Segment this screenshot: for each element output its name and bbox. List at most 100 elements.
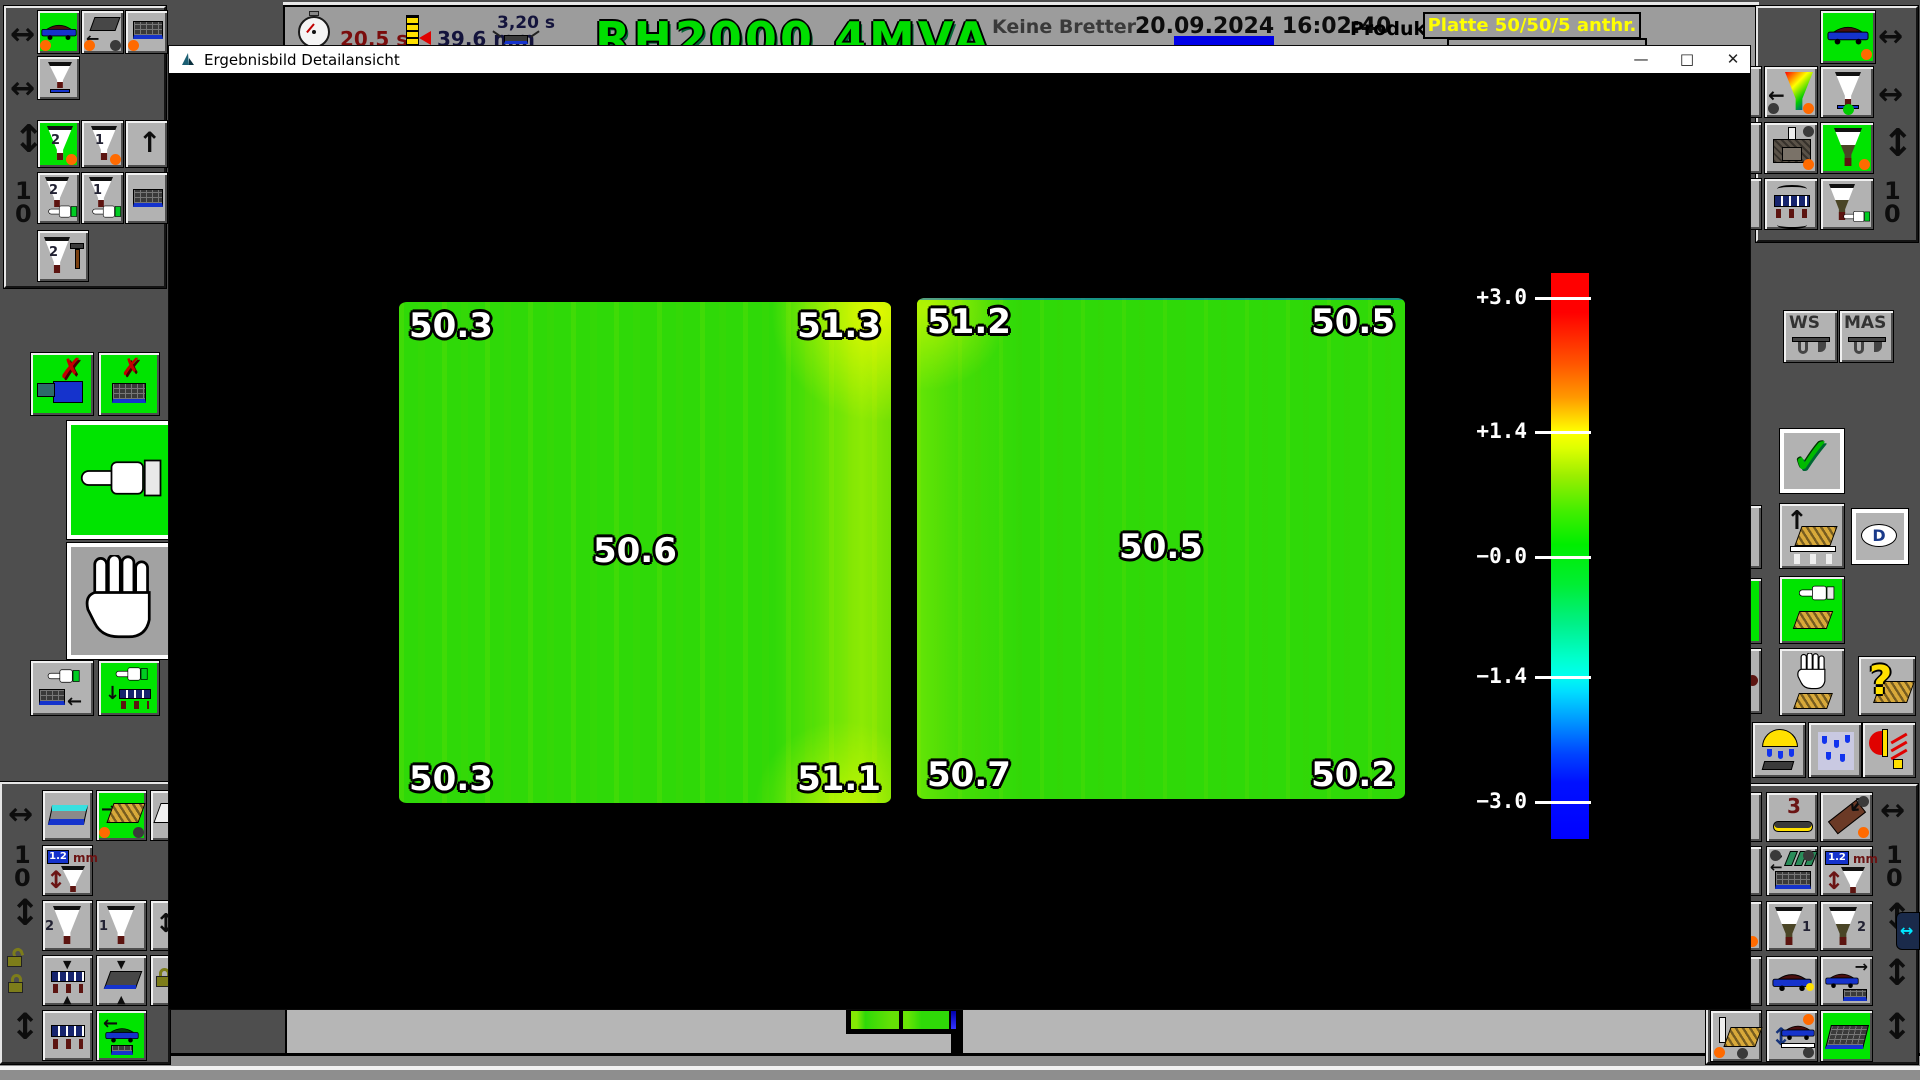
tri-up-icon: ▲ bbox=[117, 994, 125, 1005]
gap-setting-button[interactable]: 1.2 mm ↕ bbox=[42, 845, 93, 896]
camera-off-button[interactable]: ✗ bbox=[30, 352, 94, 416]
forming-belt-icon bbox=[39, 689, 65, 705]
board-to-table-button[interactable]: ↓ bbox=[98, 660, 160, 716]
gap-setting-right-button[interactable]: 1.2 mm ↕ bbox=[1820, 846, 1873, 896]
spray-button[interactable] bbox=[1752, 722, 1806, 778]
belt-vibrate-button[interactable] bbox=[125, 172, 168, 224]
d-ellipse: D bbox=[1861, 524, 1897, 547]
gap-unit: mm bbox=[73, 851, 98, 865]
board-back-manual-button[interactable]: ← bbox=[30, 660, 94, 716]
car-icon bbox=[1827, 23, 1869, 45]
detail-view-button[interactable]: D bbox=[1851, 508, 1909, 565]
colorbar-label: +1.4 bbox=[1455, 419, 1527, 443]
red-cross-icon: ✗ bbox=[121, 355, 141, 379]
lift-up-button[interactable]: ↑ bbox=[125, 120, 168, 168]
status-dot bbox=[1803, 1047, 1814, 1058]
dialog-titlebar[interactable]: Ergebnisbild Detailansicht — □ ✕ bbox=[169, 46, 1750, 73]
table-button[interactable] bbox=[42, 1010, 93, 1061]
result-image-back-button[interactable]: ← bbox=[1764, 66, 1818, 118]
conveyor-3-button[interactable]: 3 bbox=[1766, 792, 1818, 842]
mas-button[interactable]: MAS bbox=[1839, 310, 1894, 363]
mat-icon bbox=[104, 971, 143, 989]
blade-transfer-button[interactable]: → ← bbox=[1766, 846, 1818, 896]
dosing-machine-right-button[interactable] bbox=[1820, 66, 1874, 118]
axis-h-arrow-icon: ↔ bbox=[10, 20, 35, 50]
status-dot bbox=[1803, 159, 1814, 170]
thumbnail-board-left bbox=[851, 1011, 899, 1029]
product-value: Platte 50/50/5 anthr. bbox=[1428, 15, 1637, 36]
spreader-1-manual-button[interactable]: 1 bbox=[81, 172, 124, 224]
spreader-2-button[interactable]: 2 bbox=[37, 120, 80, 168]
hopper-manual-button[interactable] bbox=[1820, 178, 1874, 230]
board-lift-button[interactable]: ↑ bbox=[1779, 503, 1845, 569]
press-button[interactable] bbox=[1764, 122, 1818, 174]
unload-hopper-button[interactable] bbox=[1820, 122, 1874, 174]
spreader-1-button[interactable]: 1 bbox=[81, 120, 124, 168]
moisture-button[interactable] bbox=[1808, 722, 1862, 778]
conveyor-icon bbox=[1773, 821, 1813, 832]
spreader-2-level-button[interactable]: 2 bbox=[42, 900, 93, 951]
status-dot bbox=[1858, 827, 1869, 838]
board-take-manual-button[interactable] bbox=[1779, 648, 1845, 716]
board-icon bbox=[1794, 526, 1837, 546]
ws-button[interactable]: WS bbox=[1783, 310, 1838, 363]
table-icon bbox=[1774, 195, 1810, 207]
maximize-button[interactable]: □ bbox=[1670, 47, 1704, 72]
hand-pointer-icon bbox=[92, 203, 122, 220]
stop-mode-button[interactable] bbox=[66, 542, 178, 660]
car-unload-button[interactable]: ← bbox=[96, 1010, 147, 1061]
dosing-machine-button[interactable] bbox=[37, 56, 80, 100]
transport-car-button[interactable] bbox=[37, 10, 80, 54]
table-legs-icon bbox=[121, 701, 149, 709]
result-thumbnails[interactable] bbox=[846, 1008, 958, 1034]
close-button[interactable]: ✕ bbox=[1716, 47, 1750, 72]
mat-ready-button[interactable] bbox=[1820, 1010, 1873, 1062]
hopper-number: 1 bbox=[93, 183, 102, 198]
mat-updown-button[interactable]: ▼ ▲ bbox=[96, 955, 147, 1006]
confirm-button[interactable]: ✓ bbox=[1779, 428, 1845, 494]
auto-mode-button[interactable] bbox=[66, 420, 178, 540]
board-take-auto-button[interactable] bbox=[1779, 576, 1845, 644]
slide-tab[interactable]: ↔ bbox=[1896, 912, 1920, 950]
status-dot bbox=[66, 154, 77, 165]
axis-ten-label: 10 bbox=[1886, 844, 1903, 890]
table-updown-button[interactable]: ▼ ▲ bbox=[42, 955, 93, 1006]
up-arrow-icon: ↑ bbox=[138, 129, 161, 157]
axis-ten-label: 10 bbox=[14, 844, 31, 890]
forming-belt-icon bbox=[133, 21, 163, 39]
board-return-button[interactable]: ← bbox=[81, 10, 124, 54]
red-cross-icon: ✗ bbox=[59, 355, 82, 383]
ws-label: WS bbox=[1789, 315, 1820, 332]
minimize-button[interactable]: — bbox=[1624, 47, 1658, 72]
hand-stop-icon bbox=[84, 555, 160, 647]
board-infeed-button[interactable]: → bbox=[96, 790, 147, 841]
colorbar-tick bbox=[1535, 556, 1591, 559]
car-load-button[interactable]: → bbox=[1820, 956, 1873, 1006]
hopper-2-right-button[interactable]: 2 bbox=[1820, 901, 1873, 951]
hopper-1-right-button[interactable]: 1 bbox=[1766, 901, 1818, 951]
tri-down-icon: ▼ bbox=[117, 959, 125, 970]
belt-off-button[interactable]: ✗ bbox=[98, 352, 160, 416]
alarm-flag-button[interactable] bbox=[1862, 722, 1916, 778]
board-tilt-button[interactable]: ↕ bbox=[1820, 792, 1873, 842]
axis-v-arrow-icon: ↕ bbox=[10, 1010, 40, 1046]
table-vibrate-button[interactable] bbox=[1764, 178, 1818, 230]
mat-icon bbox=[1775, 871, 1811, 889]
transport-car-right-button[interactable] bbox=[1820, 10, 1876, 64]
tri-down-icon: ▼ bbox=[63, 959, 71, 970]
hopper-number: 2 bbox=[51, 133, 60, 148]
car-button[interactable] bbox=[1766, 956, 1818, 1006]
spreader-2-service-button[interactable]: 2 bbox=[37, 230, 89, 282]
tray-button[interactable] bbox=[42, 790, 93, 841]
spreader-1-level-button[interactable]: 1 bbox=[96, 900, 147, 951]
status-dot bbox=[1859, 159, 1870, 170]
spreader-2-manual-button[interactable]: 2 bbox=[37, 172, 80, 224]
product-field[interactable]: Platte 50/50/5 anthr. bbox=[1423, 12, 1641, 39]
board-service-button[interactable] bbox=[1710, 1010, 1762, 1062]
forming-belt-icon bbox=[133, 189, 163, 207]
board-icon bbox=[1723, 1027, 1762, 1047]
help-button[interactable]: ? bbox=[1858, 656, 1916, 716]
car-lift-button[interactable]: ↕ bbox=[1766, 1010, 1818, 1062]
hand-pointer-icon bbox=[48, 203, 78, 220]
mat-forming-button[interactable] bbox=[125, 10, 168, 54]
